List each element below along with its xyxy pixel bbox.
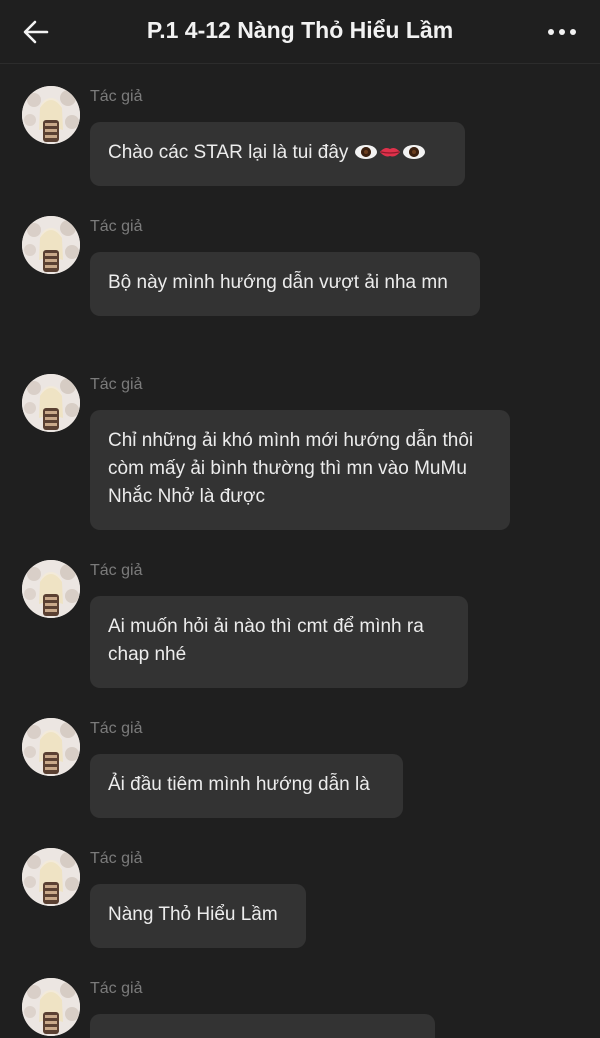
- author-avatar[interactable]: [22, 374, 80, 432]
- message-bubble[interactable]: Ải đầu tiêm mình hướng dẫn là: [90, 754, 403, 818]
- eye-emoji-icon: [354, 145, 377, 159]
- avatar-image: [22, 86, 80, 144]
- message-text: Ải đầu tiêm mình hướng dẫn là: [108, 774, 370, 795]
- message-bubble[interactable]: Chỉ những ải khó mình mới hướng dẫn thôi…: [90, 410, 510, 530]
- more-options-button[interactable]: [542, 14, 582, 50]
- message-bubble[interactable]: Bộ này mình hướng dẫn vượt ải nha mn: [90, 252, 480, 316]
- avatar-image: [22, 560, 80, 618]
- avatar-image: [22, 216, 80, 274]
- author-avatar[interactable]: [22, 216, 80, 274]
- arrow-left-icon: [23, 20, 49, 44]
- message-text: Bộ này mình hướng dẫn vượt ải nha mn: [108, 272, 448, 293]
- message-bubble[interactable]: Ai muốn hỏi ải nào thì cmt để mình ra ch…: [90, 596, 468, 688]
- lips-emoji-icon: [379, 148, 400, 157]
- eye-emoji-icon: [402, 145, 425, 159]
- message-text-line: còm mấy ải bình thường thì mn vào MuMu: [108, 458, 467, 479]
- avatar-image: [22, 374, 80, 432]
- message-text-line: Chỉ những ải khó mình mới hướng dẫn thôi: [108, 430, 474, 451]
- author-label: Tác giả: [90, 980, 143, 997]
- author-avatar[interactable]: [22, 718, 80, 776]
- message-bubble[interactable]: Chào các STAR lại là tui đây: [90, 122, 465, 186]
- author-avatar[interactable]: [22, 978, 80, 1036]
- author-label: Tác giả: [90, 218, 143, 235]
- author-label: Tác giả: [90, 376, 143, 393]
- message-text: Nàng Thỏ Hiểu Lầm: [108, 904, 278, 925]
- message-text-line: Ai muốn hỏi ải nào thì cmt để mình ra: [108, 616, 424, 637]
- message-bubble[interactable]: [90, 1014, 435, 1038]
- author-label: Tác giả: [90, 88, 143, 105]
- back-button[interactable]: [18, 14, 54, 50]
- author-avatar[interactable]: [22, 560, 80, 618]
- top-bar: P.1 4-12 Nàng Thỏ Hiểu Lầm: [0, 0, 600, 64]
- message-text-line: chap nhé: [108, 644, 187, 665]
- author-label: Tác giả: [90, 850, 143, 867]
- avatar-image: [22, 718, 80, 776]
- message-bubble[interactable]: Nàng Thỏ Hiểu Lầm: [90, 884, 306, 948]
- message-text: Chào các STAR lại là tui đây: [108, 142, 349, 163]
- avatar-image: [22, 848, 80, 906]
- author-label: Tác giả: [90, 562, 143, 579]
- more-dots-icon: [548, 29, 576, 35]
- author-avatar[interactable]: [22, 848, 80, 906]
- author-avatar[interactable]: [22, 86, 80, 144]
- page-title: P.1 4-12 Nàng Thỏ Hiểu Lầm: [146, 17, 454, 43]
- message-text-line: Nhắc Nhở là được: [108, 486, 265, 507]
- avatar-image: [22, 978, 80, 1036]
- author-label: Tác giả: [90, 720, 143, 737]
